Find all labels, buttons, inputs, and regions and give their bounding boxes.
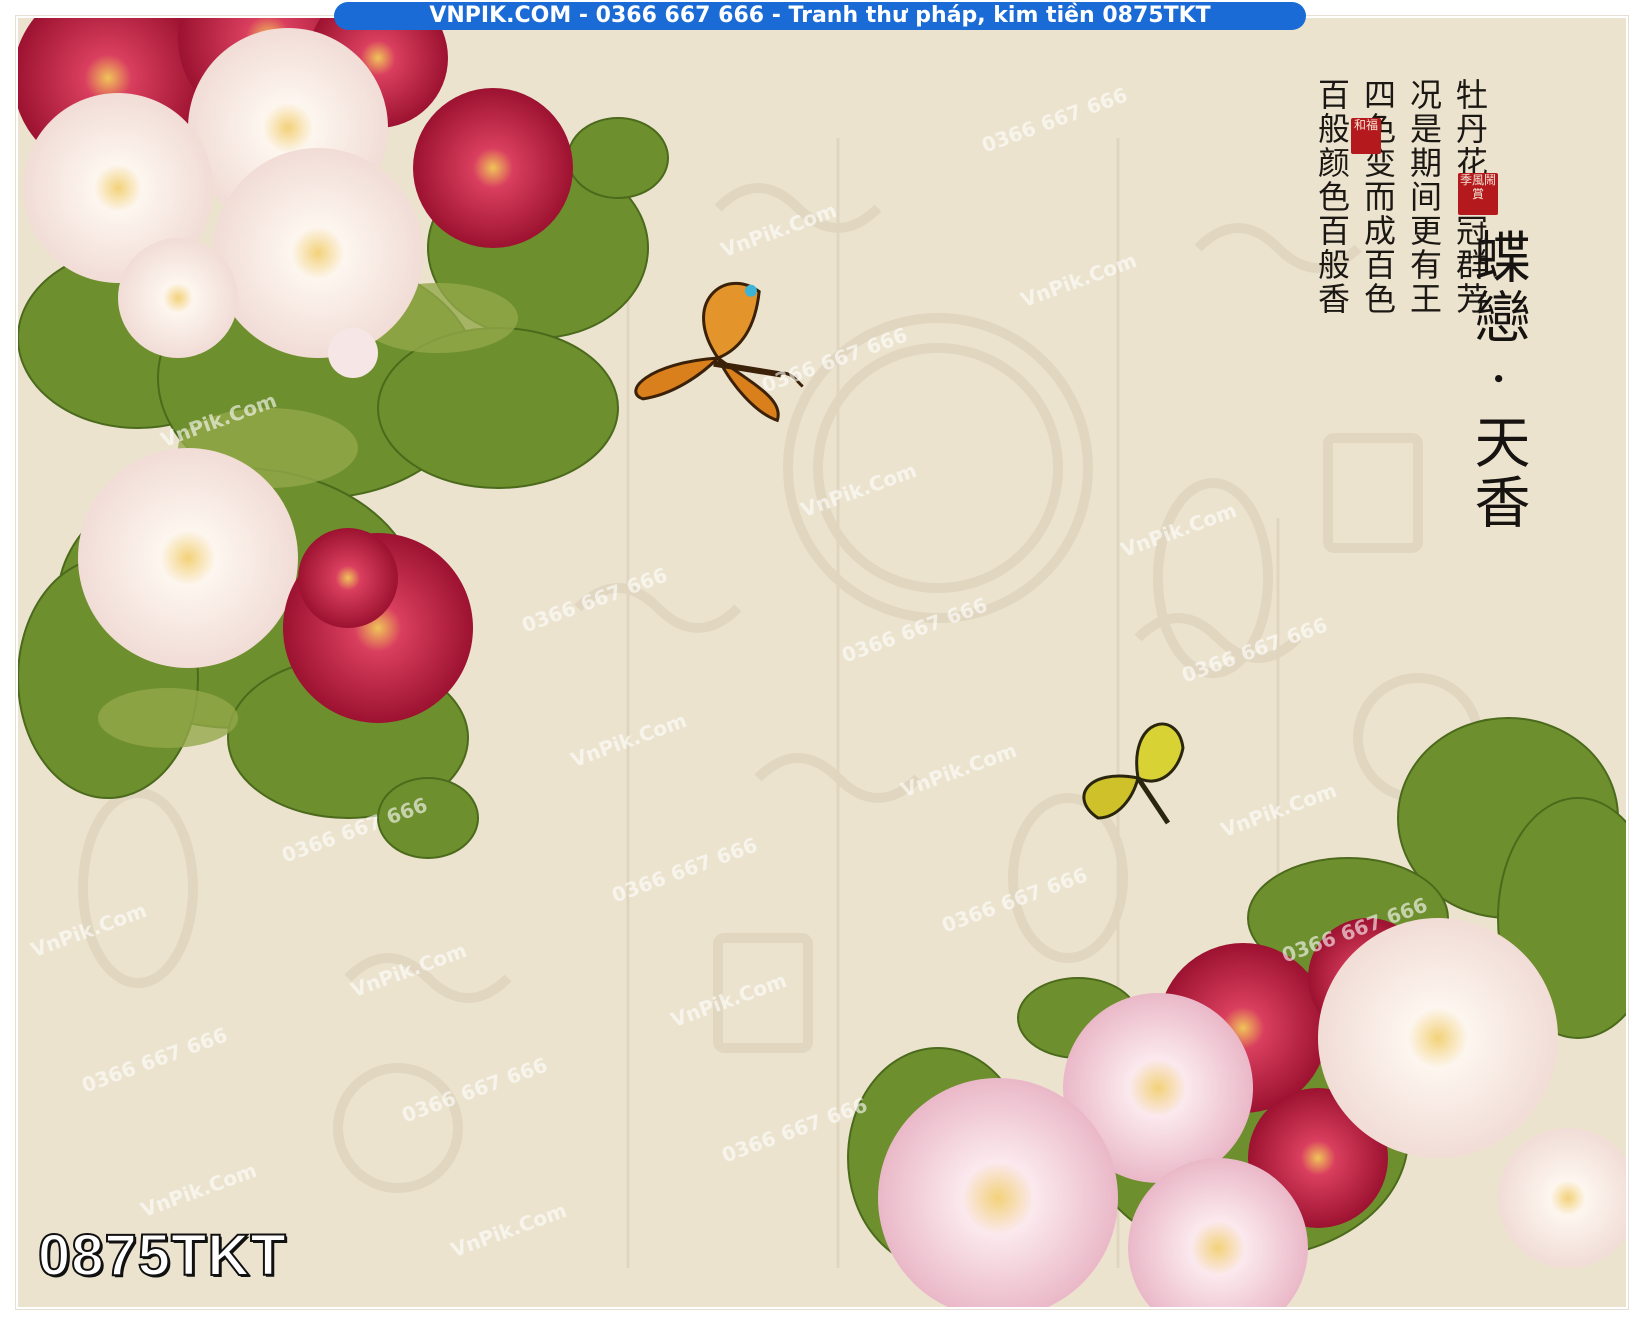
site-banner[interactable]: VNPIK.COM - 0366 667 666 - Tranh thư phá… [334,2,1306,30]
wallpaper-canvas: 蝶戀 · 天香 牡丹花品冠群芳 况是期间更有王 四色变而成百色 百般颜色百般香 … [18,18,1626,1307]
seal-stamp-icon: 季風鬧賞 [1458,173,1498,215]
poem-line-2: 况是期间更有王 [1405,78,1443,316]
seal-stamp-icon: 和福 [1351,118,1381,154]
product-code-label: 0875TKT [37,1222,287,1289]
peony-flower-icon [878,918,1626,1307]
poem-block: 牡丹花品冠群芳 况是期间更有王 四色变而成百色 百般颜色百般香 [1313,78,1489,498]
image-frame: 蝶戀 · 天香 牡丹花品冠群芳 况是期间更有王 四色变而成百色 百般颜色百般香 … [16,16,1628,1309]
poem-line-1: 牡丹花品冠群芳 [1451,78,1489,498]
butterfly-icon [1082,722,1185,825]
poem-line-4: 百般颜色百般香 [1313,78,1351,316]
butterfly-icon [634,281,804,423]
